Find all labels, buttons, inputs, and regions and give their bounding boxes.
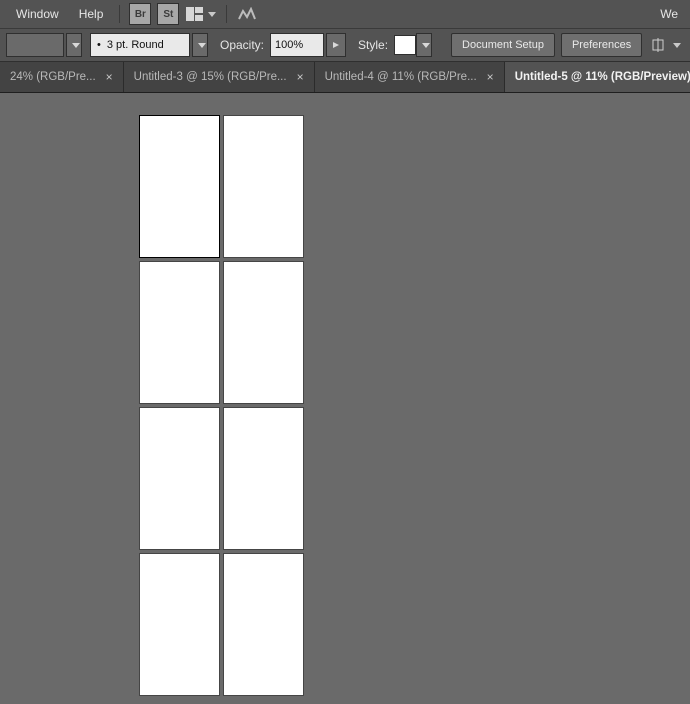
opacity-field[interactable]: 100% [270, 33, 324, 57]
gpu-preview-button[interactable] [237, 7, 257, 21]
stock-shortcut-button[interactable]: St [157, 3, 179, 25]
close-icon[interactable]: × [297, 70, 304, 84]
graphic-style-swatch[interactable] [394, 35, 416, 55]
menu-bar: Window Help Br St We [0, 0, 690, 29]
artboard[interactable] [140, 408, 219, 549]
chevron-down-icon [673, 43, 681, 48]
menu-separator [226, 5, 227, 23]
artboard[interactable] [140, 554, 219, 695]
artboard[interactable] [224, 408, 303, 549]
artboard[interactable] [140, 116, 219, 257]
artboard[interactable] [140, 262, 219, 403]
document-tab[interactable]: Untitled-5 @ 11% (RGB/Preview)× [505, 62, 690, 92]
menu-window[interactable]: Window [6, 0, 69, 28]
align-flyout-button[interactable] [651, 38, 681, 52]
opacity-flyout-button[interactable] [326, 33, 346, 57]
document-tab[interactable]: Untitled-3 @ 15% (RGB/Pre... × [124, 62, 315, 92]
stroke-preset-value: 3 pt. Round [107, 39, 164, 51]
menu-separator [119, 5, 120, 23]
workspace-label[interactable]: We [654, 7, 684, 21]
artboard[interactable] [224, 554, 303, 695]
selection-info-field[interactable] [6, 33, 64, 57]
document-tab-label: 24% (RGB/Pre... [10, 71, 96, 83]
close-icon[interactable]: × [487, 70, 494, 84]
artboard[interactable] [224, 116, 303, 257]
selection-info-dropdown[interactable] [66, 33, 82, 57]
document-tab[interactable]: 24% (RGB/Pre... × [0, 62, 124, 92]
canvas-area[interactable] [0, 93, 690, 704]
stroke-preset-dropdown[interactable] [192, 33, 208, 57]
document-tab-label: Untitled-4 @ 11% (RGB/Pre... [325, 71, 477, 83]
document-tab-label: Untitled-3 @ 15% (RGB/Pre... [134, 71, 287, 83]
close-icon[interactable]: × [106, 70, 113, 84]
chevron-down-icon [422, 43, 430, 48]
chevron-down-icon [198, 43, 206, 48]
document-setup-button[interactable]: Document Setup [451, 33, 555, 57]
document-tab-bar: 24% (RGB/Pre...×Untitled-3 @ 15% (RGB/Pr… [0, 62, 690, 93]
document-tab[interactable]: Untitled-4 @ 11% (RGB/Pre... × [315, 62, 505, 92]
control-bar: •3 pt. Round Opacity: 100% Style: Docume… [0, 29, 690, 62]
artboard[interactable] [224, 262, 303, 403]
preferences-button[interactable]: Preferences [561, 33, 642, 57]
style-label: Style: [358, 38, 388, 52]
menu-help[interactable]: Help [69, 0, 114, 28]
chevron-down-icon [72, 43, 80, 48]
opacity-value: 100% [275, 39, 303, 51]
opacity-label: Opacity: [220, 38, 264, 52]
graphic-style-dropdown[interactable] [416, 33, 432, 57]
stroke-preset-field[interactable]: •3 pt. Round [90, 33, 190, 57]
chevron-down-icon [208, 12, 216, 17]
bridge-shortcut-button[interactable]: Br [129, 3, 151, 25]
document-tab-label: Untitled-5 @ 11% (RGB/Preview) [515, 71, 690, 83]
arrange-documents-button[interactable] [186, 7, 216, 21]
